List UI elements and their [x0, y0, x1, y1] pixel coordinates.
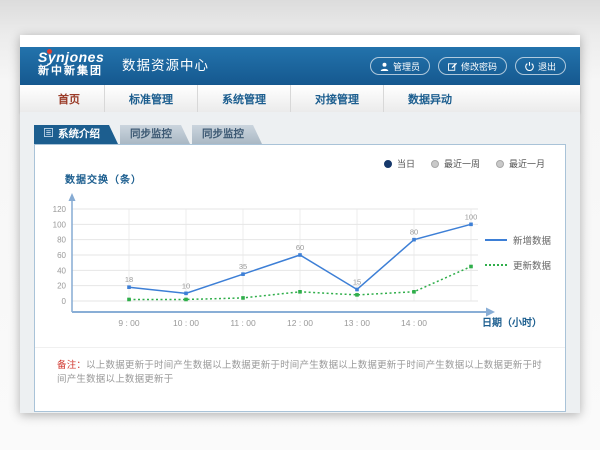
svg-text:14 : 00: 14 : 00: [401, 318, 427, 328]
svg-text:80: 80: [410, 228, 418, 237]
svg-text:9 : 00: 9 : 00: [118, 318, 140, 328]
svg-text:0: 0: [62, 297, 67, 306]
svg-text:20: 20: [57, 282, 66, 291]
document-icon: [44, 125, 53, 144]
svg-text:日期（小时）: 日期（小时）: [482, 316, 542, 329]
footer-note: 备注：以上数据更新于时间产生数据以上数据更新于时间产生数据以上数据更新于时间产生…: [57, 357, 551, 385]
chart-legend: 新增数据 更新数据: [485, 233, 551, 283]
svg-text:18: 18: [125, 275, 133, 284]
panel-divider: [35, 347, 565, 348]
nav-item-standard-mgmt[interactable]: 标准管理: [104, 85, 197, 112]
svg-text:35: 35: [239, 262, 247, 271]
nav-item-data-change[interactable]: 数据异动: [383, 85, 476, 112]
line-chart: 0 20 40 60 80 100 120 18 10 35 60 15 80 100 9 : 00 10 :…: [40, 189, 560, 331]
desktop-background: Synjones 新中新集团 数据资源中心 管理员 修改密码: [0, 0, 600, 450]
svg-text:100: 100: [53, 220, 67, 229]
svg-text:10: 10: [182, 281, 190, 290]
page-title: 数据资源中心: [122, 47, 209, 85]
legend-item-update-data[interactable]: 更新数据: [485, 258, 551, 272]
radio-today[interactable]: 当日: [384, 157, 415, 170]
svg-text:60: 60: [296, 243, 304, 252]
legend-line-solid: [485, 239, 507, 241]
tab-system-intro[interactable]: 系统介绍: [34, 125, 118, 144]
svg-text:80: 80: [57, 236, 66, 245]
chart-panel: 当日 最近一周 最近一月 数据交换（条） 0 20 40 60 80 100 120 18 10…: [34, 144, 566, 412]
logo-wordmark: Synjones: [38, 50, 104, 65]
logo-accent-dot: [47, 49, 52, 54]
radio-dot: [496, 160, 504, 168]
svg-text:10 : 00: 10 : 00: [173, 318, 199, 328]
change-password-button[interactable]: 修改密码: [438, 57, 507, 75]
radio-last-month[interactable]: 最近一月: [496, 157, 545, 170]
radio-dot: [431, 160, 439, 168]
legend-item-new-data[interactable]: 新增数据: [485, 233, 551, 247]
user-icon: [380, 62, 389, 71]
legend-line-dotted: [485, 264, 507, 266]
tab-bar: 系统介绍 同步监控 同步监控: [34, 125, 264, 144]
tab-sync-monitor-2[interactable]: 同步监控: [192, 125, 262, 144]
svg-text:60: 60: [57, 251, 66, 260]
nav-item-system-mgmt[interactable]: 系统管理: [197, 85, 290, 112]
logout-button[interactable]: 退出: [515, 57, 566, 75]
note-label: 备注：: [57, 360, 86, 371]
radio-dot: [384, 160, 392, 168]
svg-text:40: 40: [57, 266, 66, 275]
company-logo[interactable]: Synjones 新中新集团: [38, 50, 104, 77]
nav-item-home[interactable]: 首页: [34, 85, 104, 112]
app-header: Synjones 新中新集团 数据资源中心 管理员 修改密码: [20, 47, 580, 86]
time-filter: 当日 最近一周 最近一月: [384, 157, 545, 170]
logo-subtitle: 新中新集团: [38, 65, 104, 77]
nav-item-interface-mgmt[interactable]: 对接管理: [290, 85, 383, 112]
note-text: 以上数据更新于时间产生数据以上数据更新于时间产生数据以上数据更新于时间产生数据以…: [57, 360, 542, 385]
svg-text:120: 120: [53, 205, 67, 214]
admin-user-button[interactable]: 管理员: [370, 57, 430, 75]
svg-text:11 : 00: 11 : 00: [230, 318, 256, 328]
browser-page: Synjones 新中新集团 数据资源中心 管理员 修改密码: [20, 35, 580, 413]
svg-text:15: 15: [353, 278, 361, 287]
content-area: 系统介绍 同步监控 同步监控 当日 最近一周: [20, 112, 580, 413]
user-bar: 管理员 修改密码 退出: [370, 57, 566, 75]
tab-sync-monitor-1[interactable]: 同步监控: [120, 125, 190, 144]
power-icon: [525, 62, 534, 71]
svg-text:12 : 00: 12 : 00: [287, 318, 313, 328]
y-axis-title: 数据交换（条）: [65, 171, 142, 186]
edit-icon: [448, 62, 457, 71]
main-nav: 首页 标准管理 系统管理 对接管理 数据异动: [20, 85, 580, 113]
radio-last-week[interactable]: 最近一周: [431, 157, 480, 170]
svg-text:13 : 00: 13 : 00: [344, 318, 370, 328]
svg-text:100: 100: [465, 212, 478, 221]
